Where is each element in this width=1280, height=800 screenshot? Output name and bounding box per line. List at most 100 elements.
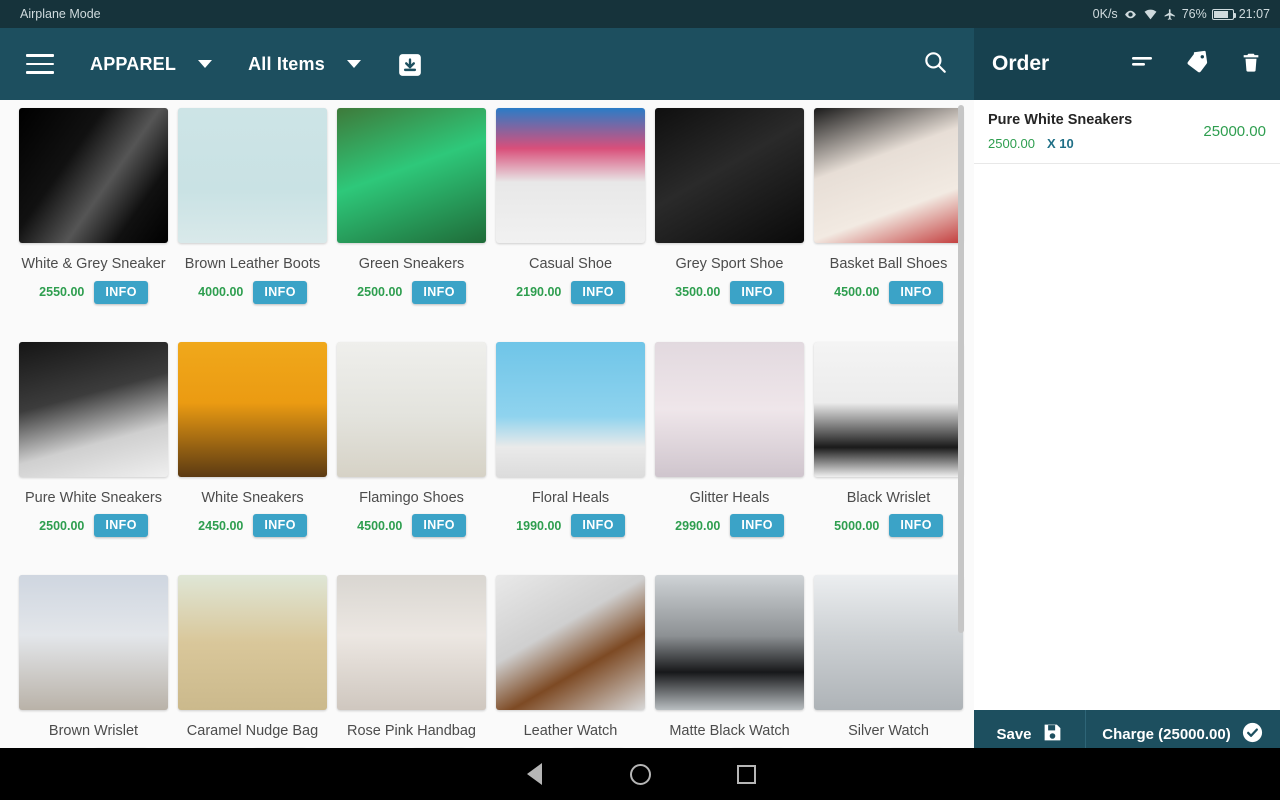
product-image xyxy=(655,341,804,477)
product-thumbnail[interactable] xyxy=(19,108,168,243)
recents-square-icon[interactable] xyxy=(733,761,759,787)
product-card[interactable]: Caramel Nudge Bag4550.00INFO xyxy=(173,575,332,748)
product-thumbnail[interactable] xyxy=(496,341,645,477)
product-thumbnail[interactable] xyxy=(496,108,645,243)
product-thumbnail[interactable] xyxy=(496,575,645,711)
items-filter-dropdown[interactable]: All Items xyxy=(248,54,361,75)
product-info-button[interactable]: INFO xyxy=(94,514,148,538)
back-triangle-icon[interactable] xyxy=(521,761,547,787)
product-card[interactable]: Green Sneakers 2500.00 INFO xyxy=(332,108,491,304)
eye-icon xyxy=(1123,8,1138,21)
product-card[interactable]: Matte Black Watch2990.00INFO xyxy=(650,575,809,748)
product-name: Flamingo Shoes xyxy=(359,489,464,506)
product-info-button[interactable]: INFO xyxy=(730,280,784,304)
trash-icon[interactable] xyxy=(1240,50,1262,79)
product-info-button[interactable]: INFO xyxy=(889,280,943,304)
product-card[interactable]: Black Wrislet 5000.00 INFO xyxy=(809,341,968,538)
product-price: 2450.00 xyxy=(198,518,244,533)
product-price-row: 4500.00 INFO xyxy=(834,280,943,304)
product-image xyxy=(19,575,168,711)
product-card[interactable]: Brown Wrislet5000.00INFO xyxy=(14,575,173,748)
product-card[interactable]: White Sneakers 2450.00 INFO xyxy=(173,341,332,538)
product-name: Black Wrislet xyxy=(846,489,931,506)
status-bar-left: Airplane Mode xyxy=(10,7,101,21)
product-info-button[interactable]: INFO xyxy=(94,280,148,304)
product-card[interactable]: Glitter Heals 2990.00 INFO xyxy=(650,341,809,538)
product-price-row: 3500.00 INFO xyxy=(675,280,784,304)
items-filter-label: All Items xyxy=(248,53,325,74)
product-card[interactable]: Pure White Sneakers 2500.00 INFO xyxy=(14,341,173,538)
product-info-button[interactable]: INFO xyxy=(571,280,625,304)
product-card[interactable]: Rose Pink Handbag3250.00INFO xyxy=(332,575,491,748)
product-thumbnail[interactable] xyxy=(814,575,963,711)
product-thumbnail[interactable] xyxy=(337,108,486,243)
android-nav-bar xyxy=(0,748,1280,800)
product-name: Floral Heals xyxy=(531,489,610,506)
chevron-down-icon xyxy=(198,60,213,68)
product-image xyxy=(496,108,645,243)
product-thumbnail[interactable] xyxy=(655,108,804,243)
product-name: Caramel Nudge Bag xyxy=(186,723,319,740)
note-lines-icon[interactable] xyxy=(1130,53,1154,76)
product-name: Basket Ball Shoes xyxy=(829,256,948,272)
product-name: Grey Sport Shoe xyxy=(675,256,784,272)
product-price: 1990.00 xyxy=(516,518,562,533)
product-name: Green Sneakers xyxy=(358,256,465,272)
product-info-button[interactable]: INFO xyxy=(889,514,943,538)
product-price-row: 4000.00 INFO xyxy=(198,280,307,304)
product-thumbnail[interactable] xyxy=(178,108,327,243)
product-thumbnail[interactable] xyxy=(19,341,168,477)
charge-button-label: Charge (25000.00) xyxy=(1102,725,1231,743)
product-thumbnail[interactable] xyxy=(337,575,486,711)
product-card[interactable]: Leather Watch4500.00INFO xyxy=(491,575,650,748)
product-name: White & Grey Sneaker xyxy=(21,256,166,272)
airplane-mode-label: Airplane Mode xyxy=(20,7,101,21)
app-toolbar: APPAREL All Items xyxy=(0,28,974,100)
search-icon[interactable] xyxy=(922,49,948,80)
product-info-button[interactable]: INFO xyxy=(412,514,466,538)
product-name: Pure White Sneakers xyxy=(24,489,162,506)
grid-scrollbar[interactable] xyxy=(958,105,964,633)
product-thumbnail[interactable] xyxy=(178,341,327,477)
product-thumbnail[interactable] xyxy=(655,575,804,711)
android-status-bar: Airplane Mode 0K/s 76% 21:07 xyxy=(0,0,1280,28)
product-card[interactable]: Casual Shoe 2190.00 INFO xyxy=(491,108,650,304)
product-info-button[interactable]: INFO xyxy=(253,514,307,538)
product-card[interactable]: White & Grey Sneaker 2550.00 INFO xyxy=(14,108,173,304)
product-card[interactable]: Floral Heals 1990.00 INFO xyxy=(491,341,650,538)
order-title: Order xyxy=(992,52,1050,75)
product-info-button[interactable]: INFO xyxy=(730,514,784,538)
download-box-icon[interactable] xyxy=(397,52,421,76)
product-thumbnail[interactable] xyxy=(814,341,963,477)
hamburger-menu-icon[interactable] xyxy=(26,54,54,74)
product-card[interactable]: Brown Leather Boots 4000.00 INFO xyxy=(173,108,332,304)
order-item-quantity: X 10 xyxy=(1047,136,1074,151)
product-price-row: 2990.00 INFO xyxy=(675,514,784,538)
product-card[interactable]: Grey Sport Shoe 3500.00 INFO xyxy=(650,108,809,304)
product-thumbnail[interactable] xyxy=(178,575,327,711)
product-thumbnail[interactable] xyxy=(19,575,168,711)
product-thumbnail[interactable] xyxy=(655,341,804,477)
home-circle-icon[interactable] xyxy=(627,761,653,787)
product-info-button[interactable]: INFO xyxy=(571,514,625,538)
product-card[interactable]: Silver Watch2990.00INFO xyxy=(809,575,968,748)
airplane-icon xyxy=(1163,8,1177,21)
product-thumbnail[interactable] xyxy=(814,108,963,243)
product-card[interactable]: Basket Ball Shoes 4500.00 INFO xyxy=(809,108,968,304)
product-info-button[interactable]: INFO xyxy=(253,280,307,304)
category-dropdown[interactable]: APPAREL xyxy=(90,53,213,75)
product-image xyxy=(178,108,327,243)
product-grid-container[interactable]: White & Grey Sneaker 2550.00 INFO Brown Lea… xyxy=(0,100,974,748)
product-price: 4000.00 xyxy=(198,285,244,300)
product-card[interactable]: Flamingo Shoes 4500.00 INFO xyxy=(332,341,491,538)
category-dropdown-label: APPAREL xyxy=(90,53,177,74)
product-price: 2500.00 xyxy=(357,285,403,300)
product-name: White Sneakers xyxy=(201,489,304,506)
product-image xyxy=(814,108,963,243)
product-thumbnail[interactable] xyxy=(337,341,486,477)
product-price-row: 2500.00 INFO xyxy=(39,514,148,538)
order-panel-header: Order xyxy=(974,28,1280,100)
product-info-button[interactable]: INFO xyxy=(412,280,466,304)
tag-icon[interactable] xyxy=(1184,50,1210,79)
order-line-item[interactable]: Pure White Sneakers 2500.00 X 10 25000.00 xyxy=(974,100,1280,164)
